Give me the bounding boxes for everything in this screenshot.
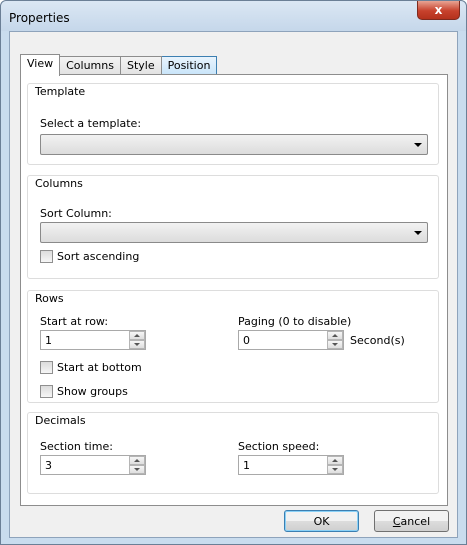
tab-columns[interactable]: Columns bbox=[60, 56, 121, 75]
rows-group-title: Rows bbox=[33, 292, 66, 305]
columns-group: Columns Sort Column: Sort ascending bbox=[27, 175, 439, 279]
template-group: Template Select a template: bbox=[27, 83, 439, 165]
spin-up-icon[interactable] bbox=[129, 456, 145, 465]
section-speed-value: 1 bbox=[243, 459, 250, 472]
spin-down-icon[interactable] bbox=[327, 465, 343, 474]
checkbox-box[interactable] bbox=[40, 361, 53, 374]
rows-group: Rows Start at row: 1 Paging (0 to disabl… bbox=[27, 290, 439, 403]
start-row-label: Start at row: bbox=[40, 315, 109, 328]
chevron-down-icon bbox=[414, 143, 422, 147]
section-speed-stepper[interactable]: 1 bbox=[238, 455, 344, 475]
spin-up-icon[interactable] bbox=[327, 331, 343, 340]
decimals-group: Decimals Section time: 3 Section speed: … bbox=[27, 412, 439, 494]
start-bottom-label: Start at bottom bbox=[57, 361, 142, 374]
close-icon: x bbox=[434, 3, 443, 17]
template-select[interactable] bbox=[40, 134, 428, 155]
close-button[interactable]: x bbox=[417, 1, 460, 20]
sort-ascending-checkbox[interactable]: Sort ascending bbox=[40, 250, 139, 263]
window-title: Properties bbox=[9, 11, 70, 25]
paging-stepper[interactable]: 0 bbox=[238, 330, 344, 350]
dialog-client: View Columns Style Position Template Sel… bbox=[9, 31, 458, 538]
tab-strip: View Columns Style Position bbox=[20, 54, 218, 76]
paging-label: Paging (0 to disable) bbox=[238, 315, 352, 328]
section-speed-label: Section speed: bbox=[238, 440, 320, 453]
paging-unit-label: Second(s) bbox=[350, 334, 405, 347]
sort-ascending-label: Sort ascending bbox=[57, 250, 140, 263]
properties-window: Properties x View Columns Style Position… bbox=[0, 0, 467, 545]
show-groups-checkbox[interactable]: Show groups bbox=[40, 385, 128, 398]
checkbox-box[interactable] bbox=[40, 385, 53, 398]
sort-column-select[interactable] bbox=[40, 222, 428, 243]
spin-down-icon[interactable] bbox=[129, 465, 145, 474]
tab-position[interactable]: Position bbox=[161, 56, 218, 75]
paging-value: 0 bbox=[243, 334, 250, 347]
start-row-value: 1 bbox=[45, 334, 52, 347]
section-time-stepper[interactable]: 3 bbox=[40, 455, 146, 475]
template-group-title: Template bbox=[33, 85, 88, 98]
start-bottom-checkbox[interactable]: Start at bottom bbox=[40, 361, 142, 374]
select-template-label: Select a template: bbox=[40, 117, 142, 130]
spin-up-icon[interactable] bbox=[327, 456, 343, 465]
spin-down-icon[interactable] bbox=[129, 340, 145, 349]
section-time-value: 3 bbox=[45, 459, 52, 472]
title-bar[interactable]: Properties x bbox=[1, 1, 466, 31]
chevron-down-icon bbox=[414, 231, 422, 235]
view-tab-panel: Template Select a template: Columns Sort… bbox=[20, 74, 448, 506]
start-row-stepper[interactable]: 1 bbox=[40, 330, 146, 350]
decimals-group-title: Decimals bbox=[33, 414, 88, 427]
checkbox-box[interactable] bbox=[40, 250, 53, 263]
cancel-mnemonic: C bbox=[392, 514, 401, 528]
spin-up-icon[interactable] bbox=[129, 331, 145, 340]
spin-down-icon[interactable] bbox=[327, 340, 343, 349]
cancel-button[interactable]: Cancel bbox=[374, 510, 449, 532]
ok-button[interactable]: OK bbox=[284, 510, 359, 532]
show-groups-label: Show groups bbox=[57, 385, 128, 398]
section-time-label: Section time: bbox=[40, 440, 113, 453]
tab-view[interactable]: View bbox=[20, 54, 61, 76]
sort-column-label: Sort Column: bbox=[40, 207, 112, 220]
columns-group-title: Columns bbox=[33, 177, 85, 190]
cancel-label: ancel bbox=[400, 514, 431, 528]
tab-style[interactable]: Style bbox=[120, 56, 162, 75]
